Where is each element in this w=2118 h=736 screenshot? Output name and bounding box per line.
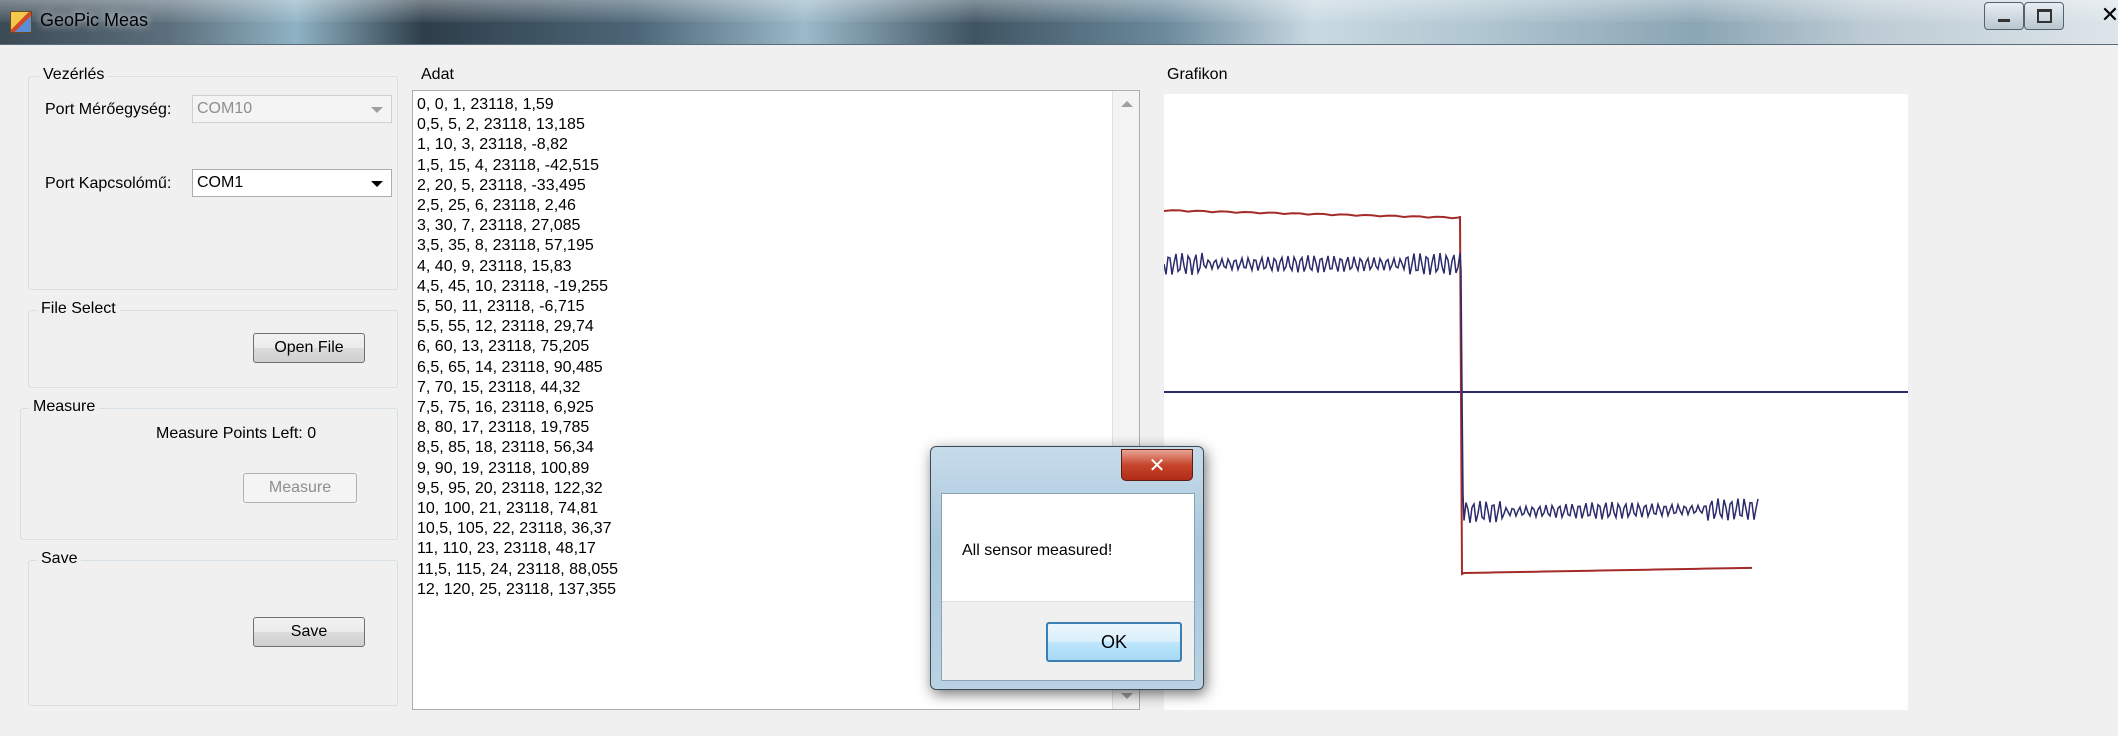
port-switch-value: COM1 (197, 174, 244, 191)
app-icon (10, 11, 32, 33)
scroll-up-icon[interactable] (1121, 101, 1133, 107)
message-dialog: ✕ All sensor measured! OK (930, 446, 1204, 690)
port-meter-select[interactable]: COM10 (192, 95, 392, 123)
data-line: 6, 60, 13, 23118, 75,205 (417, 338, 590, 356)
port-switch-label: Port Kapcsolómű: (45, 175, 172, 192)
controls-group: Vezérlés Port Mérőegység: COM10 Port Kap… (28, 66, 398, 290)
maximize-button[interactable] (2024, 2, 2064, 30)
data-line: 7, 70, 15, 23118, 44,32 (417, 378, 581, 396)
dialog-message: All sensor measured! (962, 542, 1113, 559)
data-line: 4,5, 45, 10, 23118, -19,255 (417, 277, 608, 295)
data-line: 6,5, 65, 14, 23118, 90,485 (417, 358, 603, 376)
data-line: 0,5, 5, 2, 23118, 13,185 (417, 116, 585, 134)
data-line: 11,5, 115, 24, 23118, 88,055 (417, 560, 619, 578)
window-title: GeoPic Meas (40, 10, 149, 30)
measure-button[interactable]: Measure (243, 473, 357, 503)
data-line: 10, 100, 21, 23118, 74,81 (417, 500, 599, 518)
data-line: 1, 10, 3, 23118, -8,82 (417, 136, 568, 154)
chevron-down-icon (371, 107, 383, 113)
title-bar[interactable]: GeoPic Meas ✕ (0, 0, 2118, 45)
save-group-title: Save (37, 550, 82, 568)
minimize-button[interactable] (1984, 2, 2024, 30)
data-line: 2, 20, 5, 23118, -33,495 (417, 176, 586, 194)
main-window: GeoPic Meas ✕ Vezérlés Port Mérőegység: … (0, 0, 2118, 736)
data-line: 10,5, 105, 22, 23118, 36,37 (417, 520, 612, 538)
data-line: 9,5, 95, 20, 23118, 122,32 (417, 479, 603, 497)
data-group-title: Adat (417, 66, 458, 84)
port-meter-label: Port Mérőegység: (45, 101, 172, 118)
close-button[interactable]: ✕ (1121, 449, 1193, 481)
maximize-icon (2036, 9, 2052, 23)
minimize-icon (1998, 18, 2010, 22)
file-select-group: File Select Open File (28, 300, 398, 388)
data-line: 5, 50, 11, 23118, -6,715 (417, 298, 585, 316)
data-line: 7,5, 75, 16, 23118, 6,925 (417, 399, 594, 417)
data-line: 11, 110, 23, 23118, 48,17 (417, 540, 596, 558)
data-line: 8,5, 85, 18, 23118, 56,34 (417, 439, 594, 457)
save-group: Save Save (28, 550, 398, 706)
controls-group-title: Vezérlés (39, 66, 109, 84)
scroll-down-icon[interactable] (1121, 693, 1133, 699)
data-line: 0, 0, 1, 23118, 1,59 (417, 96, 554, 113)
data-line: 12, 120, 25, 23118, 137,355 (417, 580, 616, 598)
file-select-group-title: File Select (37, 300, 120, 318)
chevron-down-icon (371, 181, 383, 187)
chart-group-title: Grafikon (1163, 66, 1232, 84)
port-switch-select[interactable]: COM1 (192, 169, 392, 197)
data-line: 9, 90, 19, 23118, 100,89 (417, 459, 590, 477)
dialog-body: All sensor measured! OK (941, 493, 1195, 681)
open-file-button[interactable]: Open File (253, 333, 365, 363)
data-line: 8, 80, 17, 23118, 19,785 (417, 419, 590, 437)
save-button[interactable]: Save (253, 617, 365, 647)
measure-points-left: Measure Points Left: 0 (156, 425, 317, 442)
close-icon: ✕ (1148, 454, 1166, 477)
dialog-footer: OK (942, 601, 1194, 680)
data-line: 5,5, 55, 12, 23118, 29,74 (417, 318, 594, 336)
measure-group: Measure Measure Points Left: 0 Measure (20, 398, 398, 540)
data-lines: 0, 0, 1, 23118, 1,59 0,5, 5, 2, 23118, 1… (417, 95, 618, 600)
close-icon[interactable]: ✕ (2090, 0, 2118, 30)
chart-area (1163, 94, 1908, 710)
data-line: 1,5, 15, 4, 23118, -42,515 (417, 156, 600, 174)
port-meter-value: COM10 (197, 100, 253, 117)
chart-svg (1163, 209, 1908, 576)
data-line: 3,5, 35, 8, 23118, 57,195 (417, 237, 594, 255)
data-line: 2,5, 25, 6, 23118, 2,46 (417, 197, 576, 215)
data-line: 4, 40, 9, 23118, 15,83 (417, 257, 572, 275)
measure-group-title: Measure (29, 398, 100, 416)
data-line: 3, 30, 7, 23118, 27,085 (417, 217, 581, 235)
ok-button[interactable]: OK (1046, 622, 1182, 662)
